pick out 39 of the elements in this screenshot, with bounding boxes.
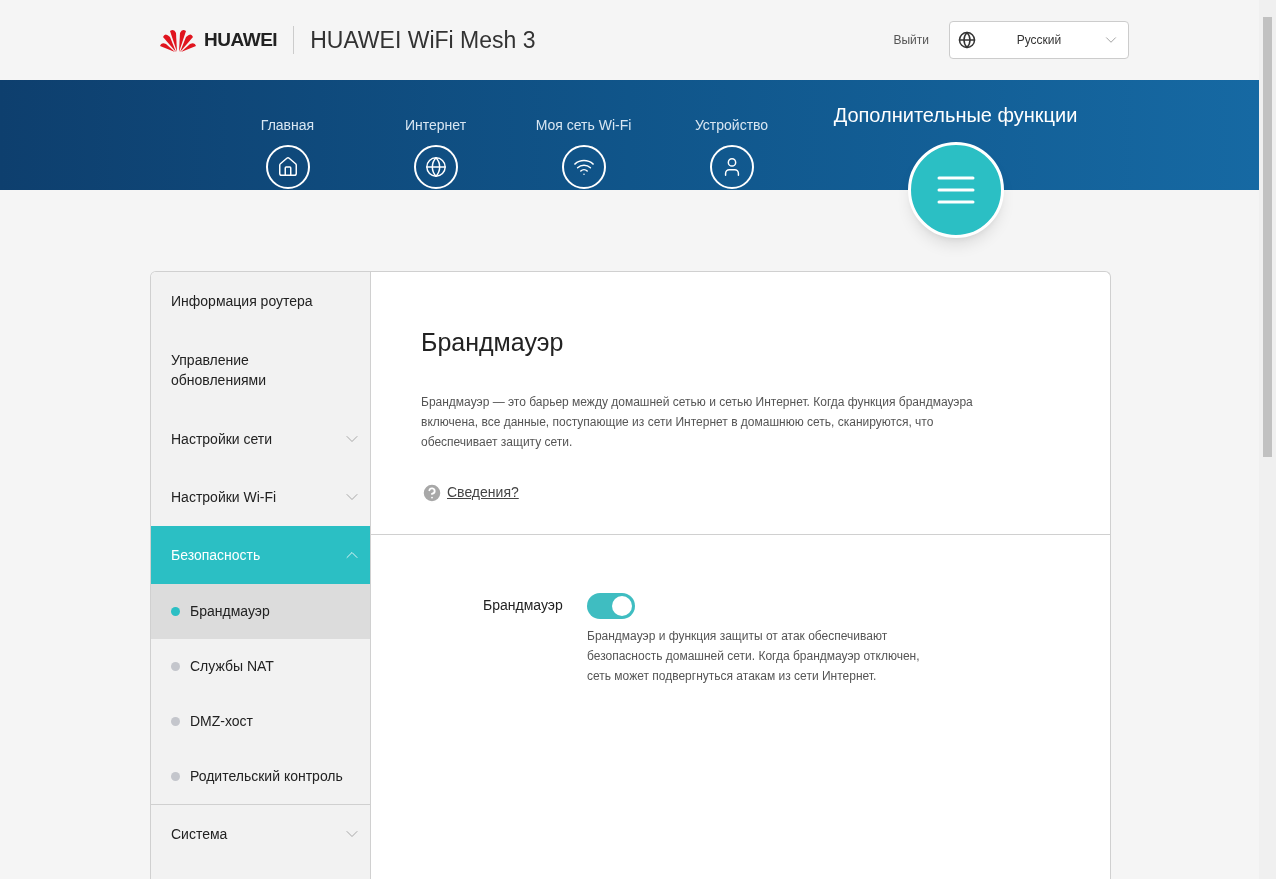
sidebar-item[interactable]: Настройки Wi-Fi [151,468,370,526]
sidebar-subitem[interactable]: Брандмауэр [151,584,370,639]
setting-label: Брандмауэр [483,595,564,615]
sidebar-item[interactable]: Управление обновлениями [151,330,370,410]
bullet-icon [171,662,180,671]
sidebar-item[interactable]: Система [151,805,370,863]
nav-tab[interactable]: Устройство [694,115,769,136]
scrollbar[interactable] [1259,0,1276,879]
bullet-icon [171,717,180,726]
nav-tab[interactable]: Интернет [404,115,467,136]
nav-tab[interactable]: Главная [260,115,315,136]
sidebar-item[interactable]: Настройки сети [151,410,370,468]
globe-icon [424,156,447,178]
page-title: Брандмауэр [421,327,565,358]
house-icon [276,156,299,178]
setting-hint: Брандмауэр и функция защиты от атак обеспечивают безопасность домашней сети. Когда брандмауэр отключен, сеть может подвергнуться атакам из сети Интернет. [587,627,921,685]
logo-icon [160,27,196,53]
sidebar-subitem[interactable]: Службы NAT [151,639,370,694]
page-description: Брандмауэр — это барьер между домашней сетью и сетью Интернет. Когда функция брандмауэра включена, все данные, поступающие из сети Интернет в домашнюю сеть, сканируются, что обеспечивает защиту сети. [421,393,974,451]
sidebar-subitem[interactable]: DMZ-хост [151,694,370,749]
help-icon [421,481,443,504]
firewall-toggle[interactable] [587,592,635,619]
sidebar-item[interactable]: Информация роутера [151,272,370,330]
brand-name: HUAWEI [204,27,278,52]
nav-tab[interactable]: Дополнительные функции [833,100,1078,130]
nav-icon-button[interactable] [265,145,310,189]
bullet-icon [171,772,180,781]
logout-link[interactable]: Выйти [893,31,929,49]
nav-icon-button[interactable] [413,145,458,189]
product-title: HUAWEI WiFi Mesh 3 [310,25,536,55]
details-link[interactable]: Сведения? [447,482,519,503]
bullet-icon [171,607,180,616]
menu-icon [936,175,975,205]
language-select[interactable]: Русский [949,21,1129,59]
nav-icon-button[interactable] [709,145,754,189]
nav-icon-button[interactable] [561,145,606,189]
globe-icon [958,31,976,49]
nav-tab[interactable]: Моя сеть Wi-Fi [535,115,632,136]
sidebar-subitem[interactable]: Родительский контроль [151,749,370,804]
